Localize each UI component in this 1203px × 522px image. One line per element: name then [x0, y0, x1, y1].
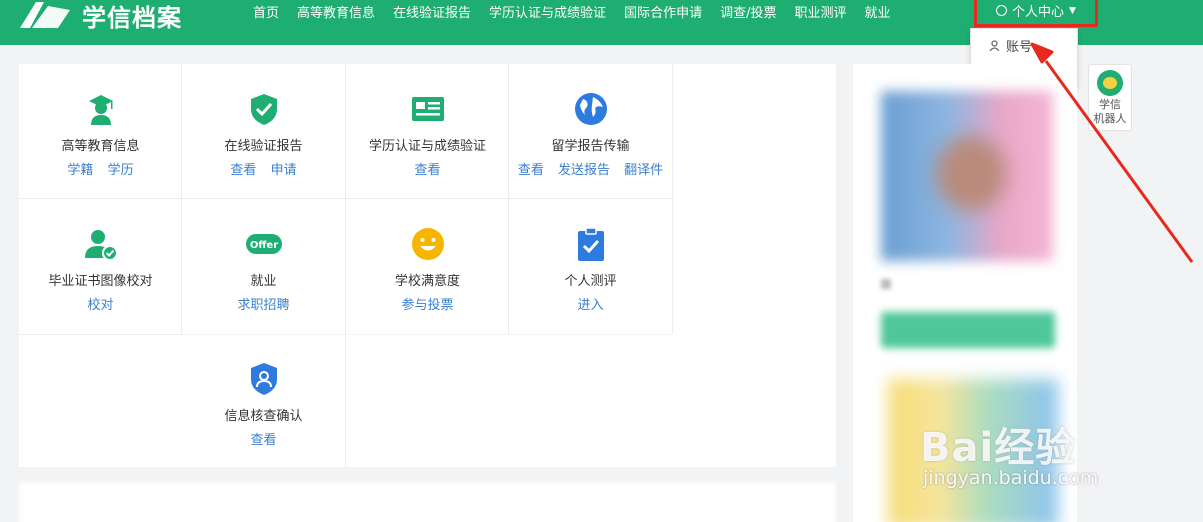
personal-center-label: 个人中心: [1012, 5, 1065, 20]
graduation-cap-icon: [83, 91, 119, 127]
ad-caption-placeholder: [881, 279, 891, 289]
user-circle-icon: [996, 5, 1008, 16]
nav-international[interactable]: 国际合作申请: [624, 2, 702, 21]
logo-mark-icon: [18, 0, 74, 30]
nav-online-verification[interactable]: 在线验证报告: [393, 2, 471, 21]
nav-employment[interactable]: 就业: [864, 2, 890, 21]
main-nav: 首页 高等教育信息 在线验证报告 学历认证与成绩验证 国际合作申请 调查/投票 …: [253, 0, 909, 22]
service-study-abroad-transfer: 留学报告传输 查看 发送报告 翻译件: [509, 64, 672, 199]
service-title: 高等教育信息: [61, 139, 140, 154]
link-degree[interactable]: 学历: [108, 163, 134, 178]
robot-label-line2: 机器人: [1093, 112, 1127, 125]
robot-label-line1: 学信: [1099, 98, 1121, 111]
dropdown-item-label: 账号: [1006, 40, 1033, 55]
service-degree-certification: 学历认证与成绩验证 查看: [346, 64, 509, 199]
link-apply[interactable]: 申请: [271, 163, 297, 178]
smiley-icon: [410, 226, 446, 262]
site-logo[interactable]: 学信档案: [18, 0, 182, 32]
link-view[interactable]: 查看: [250, 433, 276, 448]
chevron-down-icon: ▼: [1069, 5, 1076, 16]
user-icon: [989, 40, 1000, 52]
chat-robot-button[interactable]: 学信 机器人: [1088, 64, 1132, 131]
service-online-verification: 在线验证报告 查看 申请: [182, 64, 345, 199]
service-title: 就业: [250, 274, 277, 289]
link-proofread[interactable]: 校对: [87, 298, 113, 313]
service-title: 在线验证报告: [224, 139, 303, 154]
link-view[interactable]: 查看: [230, 163, 256, 178]
offer-badge-icon: Offer: [245, 226, 283, 262]
bottom-panel: [19, 482, 836, 522]
divider: [672, 64, 673, 334]
ad-image[interactable]: [881, 91, 1053, 261]
side-ad-panel: [853, 64, 1077, 522]
shield-user-icon: [246, 361, 282, 397]
robot-avatar-icon: [1097, 70, 1123, 96]
service-employment: Offer 就业 求职招聘: [182, 199, 345, 334]
dropdown-item-account[interactable]: 账号: [971, 33, 1077, 58]
service-info-verification: 信息核查确认 查看: [182, 334, 345, 469]
link-translation[interactable]: 翻译件: [624, 163, 663, 178]
service-title: 信息核查确认: [224, 409, 303, 424]
link-send-report[interactable]: 发送报告: [558, 163, 610, 178]
service-higher-education: 高等教育信息 学籍 学历: [19, 64, 182, 199]
service-title: 个人测评: [564, 274, 617, 289]
logo-text: 学信档案: [82, 3, 182, 32]
nav-home[interactable]: 首页: [253, 2, 279, 21]
nav-career-assessment[interactable]: 职业测评: [794, 2, 846, 21]
service-school-satisfaction: 学校满意度 参与投票: [346, 199, 509, 334]
nav-survey[interactable]: 调查/投票: [720, 2, 776, 21]
user-check-icon: [83, 226, 119, 262]
services-panel: 高等教育信息 学籍 学历 在线验证报告 查看 申请 学历认证与成绩验证 查看 留…: [19, 64, 836, 467]
nav-higher-education[interactable]: 高等教育信息: [297, 2, 375, 21]
service-title: 毕业证书图像校对: [48, 274, 153, 289]
divider: [19, 334, 182, 335]
globe-icon: [573, 91, 609, 127]
link-enter[interactable]: 进入: [577, 298, 603, 313]
offer-badge-text: Offer: [249, 240, 277, 251]
link-student-status[interactable]: 学籍: [67, 163, 93, 178]
link-view[interactable]: 查看: [414, 163, 440, 178]
service-title: 学历认证与成绩验证: [368, 139, 486, 154]
ad-button[interactable]: [881, 312, 1055, 348]
shield-check-icon: [246, 91, 282, 127]
link-job-search[interactable]: 求职招聘: [237, 298, 289, 313]
service-title: 学校满意度: [394, 274, 460, 289]
service-personal-assessment: 个人测评 进入: [509, 199, 672, 334]
nav-degree-certification[interactable]: 学历认证与成绩验证: [489, 2, 606, 21]
id-card-icon: [410, 91, 446, 127]
clipboard-check-icon: [573, 226, 609, 262]
link-view[interactable]: 查看: [518, 163, 544, 178]
service-certificate-proofread: 毕业证书图像校对 校对: [19, 199, 182, 334]
link-vote[interactable]: 参与投票: [401, 298, 453, 313]
ad-image-secondary[interactable]: [888, 379, 1058, 522]
service-title: 留学报告传输: [551, 139, 630, 154]
personal-center-menu[interactable]: 个人中心 ▼: [974, 0, 1098, 27]
